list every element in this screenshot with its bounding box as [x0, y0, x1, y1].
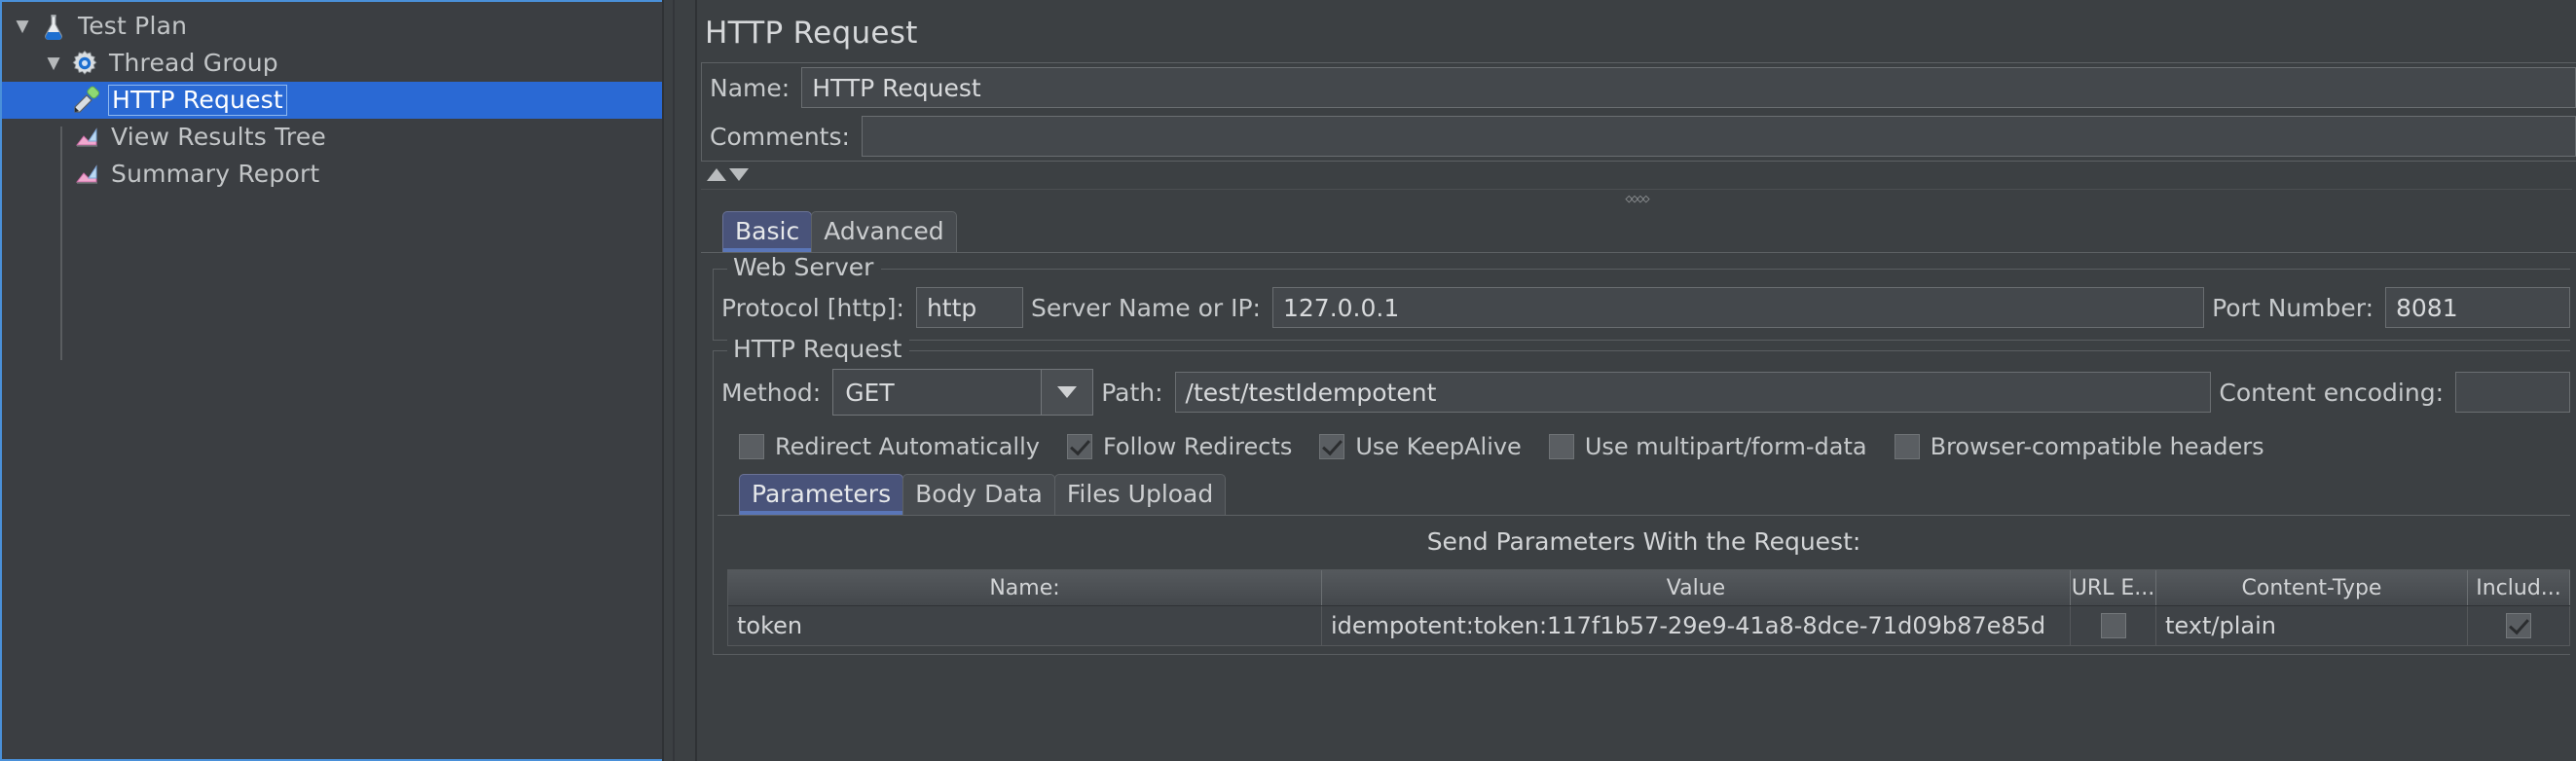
cell-name[interactable]: token [728, 606, 1322, 645]
test-plan-icon [37, 10, 70, 43]
tree-node-http-request[interactable]: HTTP Request [2, 82, 662, 119]
tree-node-label: HTTP Request [108, 85, 287, 116]
vertical-splitter[interactable] [662, 0, 697, 761]
view-results-tree-icon [70, 121, 103, 154]
http-request-group-title: HTTP Request [727, 335, 909, 364]
tree-node-label: Test Plan [78, 12, 187, 41]
arrow-down-icon[interactable] [729, 168, 749, 181]
parameters-body-files-tabs[interactable]: Parameters Body Data Files Upload [714, 470, 2570, 515]
tree-node-label: Thread Group [109, 49, 278, 78]
tab-parameters[interactable]: Parameters [739, 474, 903, 515]
port-input[interactable]: 8081 [2385, 287, 2570, 328]
page-title: HTTP Request [697, 6, 2576, 62]
http-request-icon [70, 84, 103, 117]
checkbox-checked-icon[interactable] [1067, 434, 1092, 459]
tab-body-data[interactable]: Body Data [902, 474, 1055, 515]
server-label: Server Name or IP: [1023, 294, 1272, 322]
protocol-label: Protocol [http]: [714, 294, 916, 322]
port-label: Port Number: [2204, 294, 2385, 322]
test-plan-tree[interactable]: ▼ Test Plan ▼ Thread Group [0, 0, 662, 761]
tree-node-test-plan[interactable]: ▼ Test Plan [2, 8, 662, 45]
comments-row: Comments: [702, 112, 2576, 161]
tree-node-view-results-tree[interactable]: View Results Tree [2, 119, 662, 156]
table-row[interactable]: token idempotent:token:117f1b57-29e9-41a… [728, 606, 2570, 646]
basic-tab-content: Web Server Protocol [http]: http Server … [701, 252, 2576, 655]
checkbox-icon[interactable] [739, 434, 764, 459]
web-server-title: Web Server [727, 253, 881, 282]
tab-advanced[interactable]: Advanced [811, 211, 957, 252]
parameters-table[interactable]: Name: Value URL E... Content-Type Includ… [727, 569, 2570, 646]
option-browser-compatible-headers[interactable]: Browser-compatible headers [1895, 433, 2264, 460]
method-select[interactable]: GET [832, 369, 1093, 416]
option-use-multipart[interactable]: Use multipart/form-data [1549, 433, 1867, 460]
thread-group-icon [68, 47, 101, 80]
checkbox-icon[interactable] [1549, 434, 1574, 459]
content-encoding-label: Content encoding: [2211, 379, 2455, 407]
move-arrows[interactable] [697, 162, 2576, 187]
path-input[interactable]: /test/testIdempotent [1175, 372, 2212, 413]
column-header-content-type[interactable]: Content-Type [2156, 570, 2468, 605]
cell-value[interactable]: idempotent:token:117f1b57-29e9-41a8-8dce… [1322, 606, 2071, 645]
jmeter-window: ▼ Test Plan ▼ Thread Group [0, 0, 2576, 761]
column-header-value[interactable]: Value [1322, 570, 2071, 605]
option-follow-redirects[interactable]: Follow Redirects [1067, 433, 1292, 460]
cell-include-equals[interactable] [2468, 606, 2570, 645]
http-request-editor: HTTP Request Name: HTTP Request Comments… [697, 0, 2576, 761]
http-request-group: HTTP Request Method: GET Path: /test/tes… [713, 350, 2570, 655]
basic-advanced-tabs[interactable]: Basic Advanced [697, 209, 2576, 252]
tree-node-label: Summary Report [111, 160, 319, 189]
http-request-row: Method: GET Path: /test/testIdempotent C… [714, 351, 2570, 419]
tree-node-thread-group[interactable]: ▼ Thread Group [2, 45, 662, 82]
option-redirect-automatically[interactable]: Redirect Automatically [739, 433, 1040, 460]
checkbox-icon[interactable] [1895, 434, 1920, 459]
tab-files-upload[interactable]: Files Upload [1054, 474, 1226, 515]
table-header-row: Name: Value URL E... Content-Type Includ… [728, 570, 2570, 606]
expand-toggle-icon[interactable]: ▼ [8, 17, 37, 36]
name-label: Name: [702, 74, 801, 102]
name-comments-box: Name: HTTP Request Comments: [701, 62, 2576, 162]
tab-basic[interactable]: Basic [722, 211, 812, 252]
option-label: Browser-compatible headers [1931, 433, 2264, 460]
option-label: Redirect Automatically [775, 433, 1040, 460]
tree-node-label: View Results Tree [111, 123, 326, 152]
option-label: Follow Redirects [1103, 433, 1292, 460]
parameters-tab-content: Send Parameters With the Request: Name: … [718, 515, 2570, 646]
content-encoding-input[interactable] [2455, 372, 2570, 413]
option-label: Use multipart/form-data [1585, 433, 1867, 460]
horizontal-splitter[interactable]: ◇◇◇◇ [701, 189, 2572, 209]
cell-content-type[interactable]: text/plain [2156, 606, 2468, 645]
column-header-name[interactable]: Name: [728, 570, 1322, 605]
web-server-group: Web Server Protocol [http]: http Server … [713, 269, 2570, 341]
summary-report-icon [70, 158, 103, 191]
checkbox-checked-icon[interactable] [2506, 613, 2531, 638]
checkbox-checked-icon[interactable] [1319, 434, 1344, 459]
name-input[interactable]: HTTP Request [801, 67, 2576, 108]
request-options-row: Redirect Automatically Follow Redirects … [714, 419, 2570, 470]
cell-url-encode[interactable] [2071, 606, 2156, 645]
server-name-input[interactable]: 127.0.0.1 [1272, 287, 2204, 328]
option-use-keepalive[interactable]: Use KeepAlive [1319, 433, 1522, 460]
protocol-input[interactable]: http [916, 287, 1023, 328]
method-label: Method: [714, 379, 832, 407]
path-label: Path: [1093, 379, 1174, 407]
tree-node-summary-report[interactable]: Summary Report [2, 156, 662, 193]
option-label: Use KeepAlive [1355, 433, 1522, 460]
splitter-grip-icon[interactable]: ◇◇◇◇ [1625, 192, 1647, 206]
chevron-down-icon[interactable] [1041, 370, 1092, 415]
comments-input[interactable] [862, 116, 2576, 157]
column-header-url-encode[interactable]: URL E... [2071, 570, 2156, 605]
web-server-row: Protocol [http]: http Server Name or IP:… [714, 270, 2570, 332]
arrow-up-icon[interactable] [707, 168, 726, 181]
comments-label: Comments: [702, 123, 862, 151]
method-selected-value: GET [833, 370, 1041, 415]
send-parameters-caption: Send Parameters With the Request: [718, 516, 2570, 569]
expand-toggle-icon[interactable]: ▼ [39, 54, 68, 73]
name-row: Name: HTTP Request [702, 63, 2576, 112]
checkbox-icon[interactable] [2101, 613, 2126, 638]
column-header-include[interactable]: Includ... [2468, 570, 2570, 605]
